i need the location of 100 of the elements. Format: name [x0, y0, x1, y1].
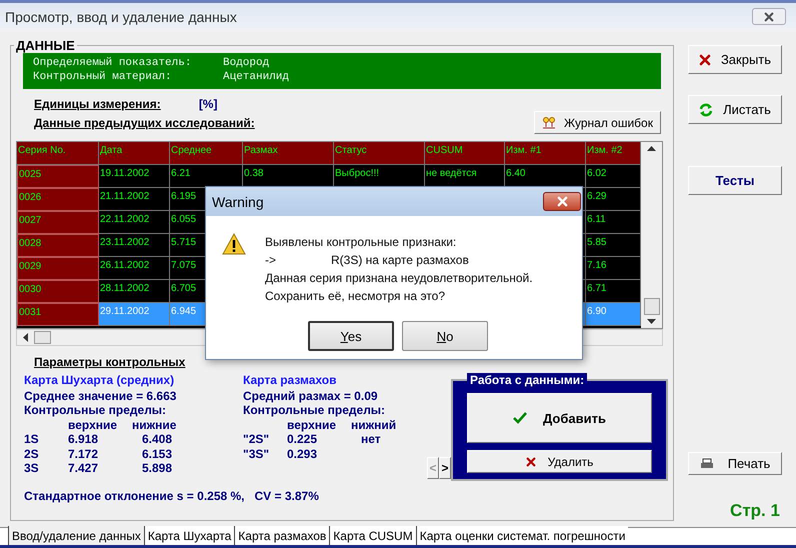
row-header: 0026 — [17, 188, 99, 211]
lower-limit: нет — [361, 432, 382, 446]
printer-icon — [700, 458, 714, 470]
upper-limit: 0.293 — [287, 446, 318, 461]
tab[interactable]: Карта размахов — [234, 526, 330, 545]
panel-title: Работа с данными: — [467, 373, 588, 387]
tab[interactable]: Карта оценки системат. погрешности — [416, 526, 628, 545]
row-header: 0027 — [17, 211, 99, 234]
column-header: верхние — [68, 418, 118, 432]
table-cell: 28.11.2002 — [99, 280, 170, 303]
tests-button[interactable]: Тесты — [688, 166, 782, 195]
scroll-down-icon — [647, 319, 656, 324]
next-button[interactable]: > — [439, 457, 451, 479]
column-header: Серия No. — [17, 142, 99, 165]
chart-title: Карта Шухарта (средних) — [24, 373, 176, 388]
column-header: Размах — [243, 142, 334, 165]
table-cell: 21.11.2002 — [99, 188, 170, 211]
info-value: Водород — [223, 57, 270, 71]
browse-button[interactable]: Листать — [688, 95, 782, 124]
table-cell: 7.16 — [586, 257, 641, 280]
units-label: Единицы измерения: — [34, 97, 161, 111]
tab[interactable]: Карта CUSUM — [329, 526, 416, 545]
table-cell: 6.40 — [505, 165, 586, 188]
window-title: Просмотр, ввод и удаление данных — [5, 8, 237, 24]
table-cell: 6.02 — [586, 165, 641, 188]
table-cell: 5.85 — [586, 234, 641, 257]
row-header: 0030 — [17, 280, 99, 303]
scroll-thumb[interactable] — [34, 331, 51, 344]
dialog-close-button[interactable] — [543, 192, 581, 211]
tab[interactable]: Ввод/удаление данных — [8, 526, 144, 545]
dialog-button[interactable]: Yes — [308, 321, 394, 351]
info-label: Определяемый показатель: — [33, 57, 192, 71]
upper-limit: 6.918 — [68, 432, 100, 446]
row-header: 0029 — [17, 257, 99, 280]
refresh-icon — [699, 102, 714, 116]
close-icon — [698, 54, 711, 66]
table-cell: 6.90 — [586, 303, 641, 326]
pins-icon — [542, 116, 556, 128]
table-cell: 26.11.2002 — [99, 257, 170, 280]
limit-label: 1S — [24, 432, 40, 446]
table-cell: 0.38 — [243, 165, 334, 188]
column-header: Изм. #2 — [586, 142, 641, 165]
column-header: Статус — [334, 142, 425, 165]
info-value: Ацетанилид — [223, 71, 290, 85]
column-header: CUSUM — [425, 142, 505, 165]
limit-label: 2S — [24, 446, 40, 461]
dialog-message: Сохранить её, несмотря на это? — [265, 288, 446, 305]
upper-limit: 0.225 — [287, 432, 318, 446]
error-log-button[interactable]: Журнал ошибок — [534, 111, 661, 134]
scroll-thumb[interactable] — [644, 298, 660, 315]
table-cell: 6.71 — [586, 280, 641, 303]
limit-label: "3S" — [243, 446, 270, 461]
table-cell: 6.11 — [586, 211, 641, 234]
chart-title: Карта размахов — [243, 373, 338, 388]
warning-icon — [222, 233, 246, 255]
dialog-message: Данная серия признана неудовлетворительной. — [265, 270, 533, 287]
rule-text: R(3S) на карте размахов — [331, 252, 469, 269]
close-icon — [526, 456, 536, 466]
close-button[interactable]: Закрыть — [688, 45, 782, 74]
table-cell: 6.21 — [170, 165, 243, 188]
vertical-scrollbar[interactable] — [641, 142, 662, 328]
units-value: [%] — [198, 97, 218, 111]
table-cell: 23.11.2002 — [99, 234, 170, 257]
row-header: 0025 — [17, 165, 99, 188]
upper-limit: 7.172 — [68, 446, 100, 461]
close-icon — [556, 196, 568, 207]
page-number: Стр. 1 — [730, 501, 780, 521]
add-button[interactable]: Добавить — [467, 393, 652, 443]
column-header: Среднее — [170, 142, 243, 165]
table-cell: не ведётся — [425, 165, 505, 188]
dialog-message: Выявлены контрольные признаки: — [265, 234, 458, 251]
limits-label: Контрольные пределы: — [243, 403, 386, 418]
table-cell: Выброс!!! — [334, 165, 425, 188]
lower-limit: 5.898 — [142, 461, 174, 476]
close-button[interactable] — [752, 8, 786, 25]
scroll-up-icon — [647, 146, 656, 151]
column-header: Изм. #1 — [505, 142, 586, 165]
tab[interactable]: Карта Шухарта — [144, 526, 234, 545]
column-header: нижний — [351, 418, 398, 432]
lower-limit: 6.408 — [142, 432, 174, 446]
mean-value: Средний размах = 0.09 — [243, 388, 379, 403]
column-header: нижние — [132, 418, 178, 432]
upper-limit: 7.427 — [68, 461, 100, 476]
scroll-left-icon — [23, 333, 28, 342]
table-cell: 22.11.2002 — [99, 211, 170, 234]
dialog-button[interactable]: No — [402, 321, 488, 351]
group-title: ДАННЫЕ — [15, 38, 76, 53]
print-button[interactable]: Печать — [688, 452, 782, 475]
std-deviation-text: Стандартное отклонение s = 0.258 %, CV = 3.87% — [24, 489, 320, 503]
delete-button[interactable]: Удалить — [467, 450, 652, 473]
lower-limit: 6.153 — [142, 446, 174, 461]
column-header: Дата — [99, 142, 170, 165]
limits-label: Контрольные пределы: — [24, 403, 168, 418]
info-label: Контрольный материал: — [33, 71, 173, 85]
check-icon — [513, 412, 528, 424]
column-header: верхние — [287, 418, 338, 432]
arrow-text: -> — [265, 252, 278, 269]
table-cell: 29.11.2002 — [99, 303, 170, 326]
limit-label: 3S — [24, 461, 40, 476]
row-header: 0028 — [17, 234, 99, 257]
